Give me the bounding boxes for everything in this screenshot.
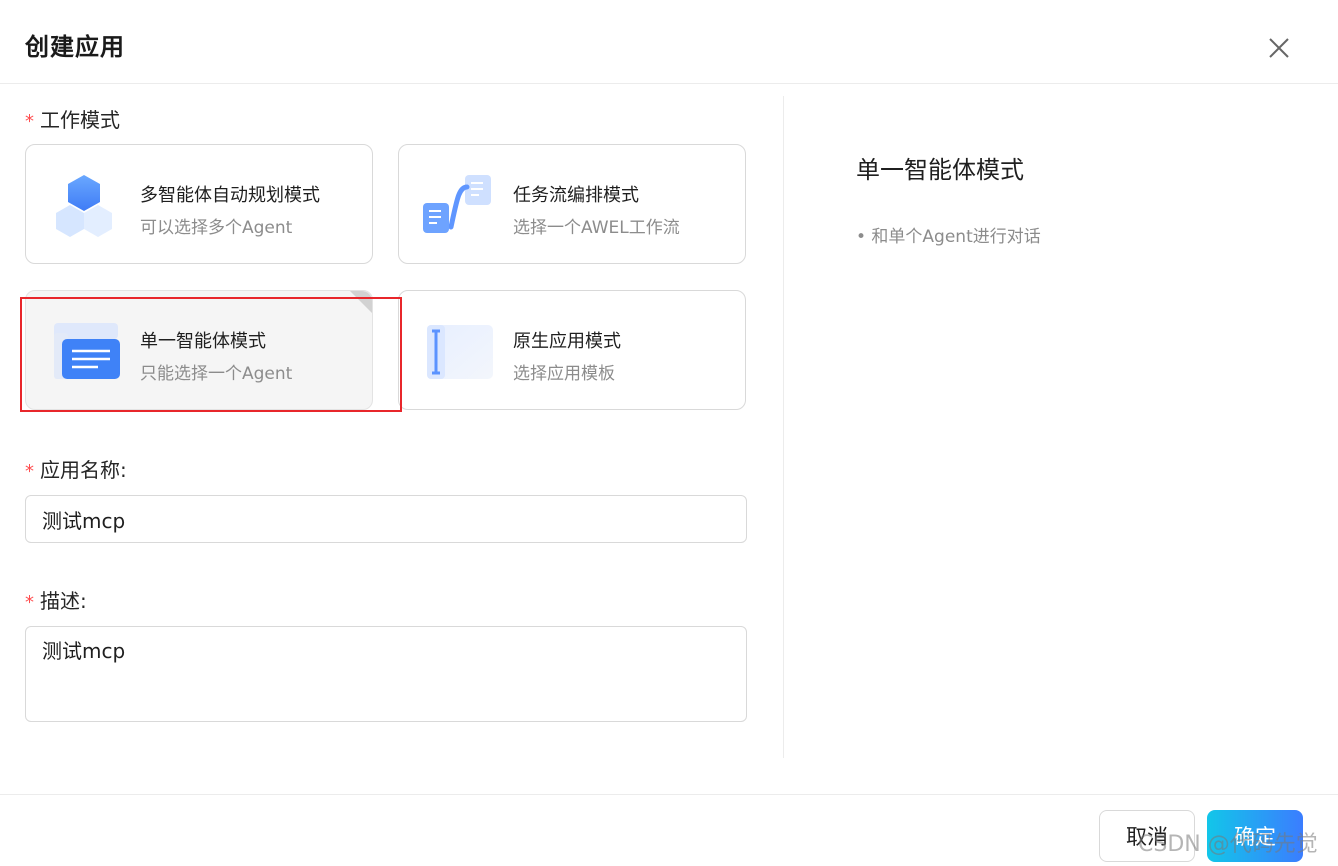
dialog-header: 创建应用 [0,0,1338,84]
mode-card-native-app[interactable]: 原生应用模式 选择应用模板 [398,290,746,410]
selected-corner-mark [350,291,372,313]
mode-card-title: 原生应用模式 [513,331,621,352]
required-mark: * [25,111,34,132]
description-label: * 描述: [25,589,87,613]
dialog-title: 创建应用 [25,33,125,61]
work-mode-label: * 工作模式 [25,108,120,132]
app-name-label: * 应用名称: [25,458,127,482]
native-app-icon [427,325,493,379]
mode-card-title: 任务流编排模式 [513,185,639,206]
description-textarea[interactable]: 测试mcp [25,626,747,722]
create-app-dialog: 创建应用 * 工作模式 多智能体自动规划模式 可以选择多个Agent 任务流编排… [0,0,1338,866]
close-icon [1269,38,1289,58]
workflow-icon [423,175,491,233]
cancel-button[interactable]: 取消 [1099,810,1195,862]
single-agent-icon [54,323,120,379]
panel-divider [783,96,784,758]
close-button[interactable] [1264,33,1294,63]
app-name-input[interactable] [25,495,747,543]
confirm-button[interactable]: 确定 [1207,810,1303,862]
mode-card-single-agent[interactable]: 单一智能体模式 只能选择一个Agent [25,290,373,410]
mode-card-desc: 只能选择一个Agent [140,364,293,384]
hexagon-stack-icon [56,175,112,237]
mode-card-desc: 选择一个AWEL工作流 [513,218,680,238]
mode-card-desc: 可以选择多个Agent [140,218,293,238]
mode-card-title: 单一智能体模式 [140,331,266,352]
mode-card-workflow[interactable]: 任务流编排模式 选择一个AWEL工作流 [398,144,746,264]
mode-card-desc: 选择应用模板 [513,364,615,384]
mode-info-title: 单一智能体模式 [856,156,1024,184]
mode-info-bullet: • 和单个Agent进行对话 [856,227,1041,247]
mode-card-multi-agent[interactable]: 多智能体自动规划模式 可以选择多个Agent [25,144,373,264]
mode-card-title: 多智能体自动规划模式 [140,185,320,206]
